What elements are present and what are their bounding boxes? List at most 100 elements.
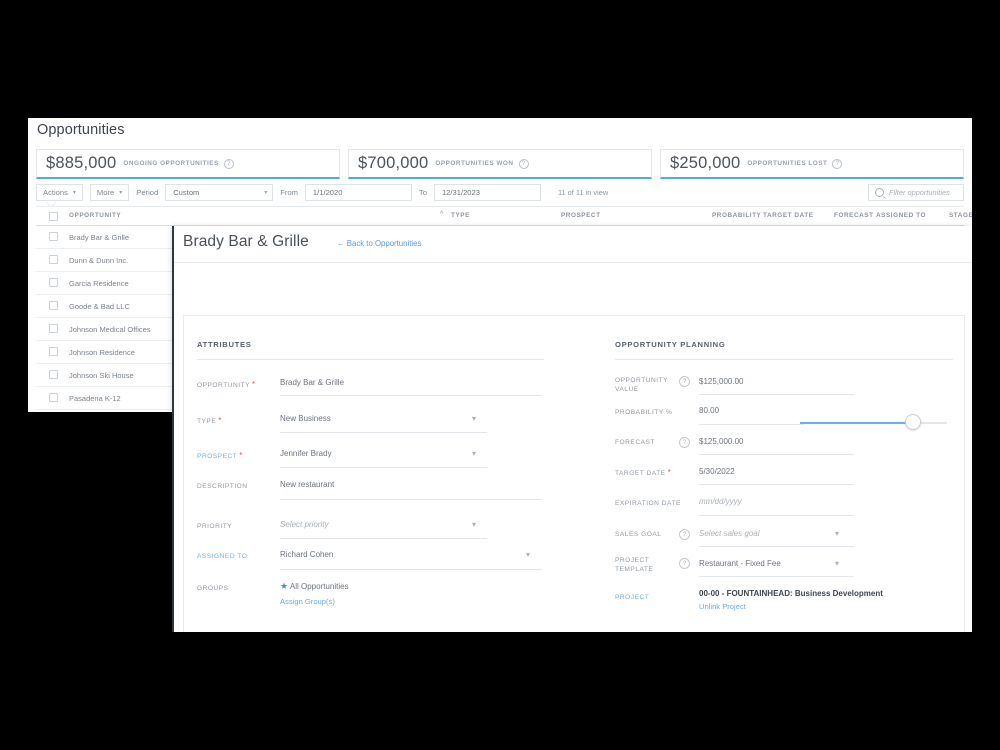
field-label-probability: PROBABILITY % [615, 409, 673, 416]
help-icon[interactable]: ? [518, 158, 529, 169]
column-header-prospect[interactable]: PROSPECT [561, 212, 601, 219]
help-icon[interactable]: ? [679, 558, 690, 569]
field-value-type[interactable]: New Business [280, 414, 331, 423]
chevron-down-icon[interactable]: ▾ [835, 530, 839, 538]
kpi-row: $885,000 ONGOING OPPORTUNITIES ? $700,00… [36, 149, 964, 179]
column-header-target-date[interactable]: TARGET DATE [763, 212, 814, 219]
row-opportunity-name: Goode & Bad LLC [69, 302, 130, 311]
field-value-opportunity-value[interactable]: $125,000.00 [699, 377, 744, 386]
field-label-assigned-to[interactable]: ASSIGNED TO [197, 552, 247, 561]
period-select[interactable]: Custom ▾ [165, 183, 274, 201]
row-checkbox[interactable] [49, 347, 58, 356]
row-checkbox[interactable] [49, 301, 58, 310]
more-button[interactable]: More ▾ [89, 183, 130, 201]
field-label-type: TYPE * [197, 416, 222, 425]
help-icon[interactable]: ? [223, 158, 234, 169]
column-header-type[interactable]: TYPE [451, 212, 470, 219]
field-underline-assigned-to [280, 569, 542, 570]
row-opportunity-name: Johnson Residence [69, 348, 135, 357]
from-date-input[interactable]: 1/1/2020 [304, 183, 412, 201]
help-icon[interactable]: ? [832, 158, 843, 169]
field-value-groups: ★ All Opportunities [280, 581, 349, 591]
help-icon[interactable]: ? [679, 529, 690, 540]
field-value-sales-goal[interactable]: Select sales goal [699, 529, 759, 538]
kpi-card-ongoing[interactable]: $885,000 ONGOING OPPORTUNITIES ? [36, 149, 340, 179]
chevron-down-icon[interactable]: ▾ [835, 560, 839, 568]
field-label-prospect[interactable]: PROSPECT * [197, 451, 243, 461]
kpi-card-won[interactable]: $700,000 OPPORTUNITIES WON ? [348, 149, 652, 179]
field-value-forecast[interactable]: $125,000.00 [699, 437, 744, 446]
row-checkbox[interactable] [49, 370, 58, 379]
field-value-target-date[interactable]: 5/30/2022 [699, 467, 735, 476]
from-date-value: 1/1/2020 [312, 187, 343, 197]
to-date-value: 12/31/2023 [441, 187, 480, 197]
required-marker: * [239, 451, 243, 460]
row-checkbox[interactable] [49, 278, 58, 287]
field-underline-opportunity-value [699, 394, 854, 395]
search-input[interactable]: Filter opportunities [868, 183, 964, 201]
search-icon [875, 187, 884, 197]
kpi-label: OPPORTUNITIES LOST [747, 160, 828, 167]
kpi-label: OPPORTUNITIES WON [435, 160, 514, 167]
field-value-opportunity[interactable]: Brady Bar & Grille [280, 378, 344, 387]
chevron-down-icon[interactable]: ▾ [472, 450, 476, 458]
planning-section-title: OPPORTUNITY PLANNING [615, 340, 726, 349]
help-icon[interactable]: ? [679, 376, 690, 387]
field-underline-project-template [699, 576, 854, 577]
chevron-down-icon[interactable]: ▾ [526, 551, 530, 559]
row-checkbox[interactable] [49, 393, 58, 402]
star-icon: ★ [280, 581, 289, 591]
unlink-project-link[interactable]: Unlink Project [699, 602, 746, 611]
period-value: Custom [173, 187, 200, 197]
field-label-opportunity-value: OPPORTUNITY VALUE [615, 377, 669, 393]
field-label-project-template: PROJECT TEMPLATE [615, 557, 654, 573]
field-value-description[interactable]: New restaurant [280, 480, 334, 489]
column-header-forecast[interactable]: FORECAST [834, 212, 874, 219]
field-underline-prospect [280, 467, 487, 468]
field-underline-sales-goal [699, 546, 854, 547]
row-checkbox[interactable] [49, 255, 58, 264]
field-underline-priority [280, 538, 487, 539]
field-underline-expiration-date [699, 515, 854, 516]
screenshot-stage: Opportunities $885,000 ONGOING OPPORTUNI… [0, 0, 1000, 750]
column-header-assigned-to[interactable]: ASSIGNED TO [876, 212, 926, 219]
column-header-opportunity[interactable]: OPPORTUNITY [69, 212, 121, 219]
field-value-project-template[interactable]: Restaurant - Fixed Fee [699, 559, 781, 568]
back-to-opportunities-link[interactable]: ← Back to Opportunities [337, 239, 421, 248]
kpi-value: $250,000 [670, 154, 741, 172]
field-value-priority[interactable]: Select priority [280, 520, 328, 529]
field-label-expiration-date: EXPIRATION DATE [615, 500, 681, 507]
help-icon[interactable]: ? [679, 437, 690, 448]
field-underline-forecast [699, 454, 854, 455]
chevron-down-icon: ▾ [264, 189, 268, 196]
kpi-card-lost[interactable]: $250,000 OPPORTUNITIES LOST ? [660, 149, 964, 179]
required-marker: * [667, 468, 672, 477]
chevron-down-icon[interactable]: ▾ [472, 521, 476, 529]
field-label-groups: GROUPS [197, 585, 229, 592]
probability-slider-thumb[interactable] [905, 414, 921, 430]
field-underline-target-date [699, 484, 854, 485]
to-date-input[interactable]: 12/31/2023 [433, 183, 541, 201]
field-value-assigned-to[interactable]: Richard Cohen [280, 550, 333, 559]
field-label-target-date: TARGET DATE * [615, 468, 672, 477]
field-label-priority: PRIORITY [197, 523, 233, 530]
detail-header: Brady Bar & Grille ← Back to Opportunitie… [174, 226, 972, 263]
assign-groups-link[interactable]: Assign Group(s) [280, 597, 335, 606]
field-value-prospect[interactable]: Jennifer Brady [280, 449, 332, 458]
field-value-probability[interactable]: 80.00 [699, 406, 719, 415]
row-opportunity-name: Brady Bar & Grille [69, 233, 130, 242]
actions-button[interactable]: Actions ▾ [36, 183, 83, 201]
row-checkbox[interactable] [49, 324, 58, 333]
to-label: To [418, 187, 427, 197]
column-header-probability[interactable]: PROBABILITY [712, 212, 761, 219]
more-label: More [96, 187, 115, 197]
field-label-project[interactable]: PROJECT [615, 593, 649, 602]
opportunity-detail-panel: Brady Bar & Grille ← Back to Opportunitie… [172, 226, 972, 632]
in-view-count: 11 of 11 in view [557, 187, 609, 197]
select-all-checkbox[interactable] [49, 212, 58, 221]
row-checkbox[interactable] [49, 232, 58, 241]
column-header-stage[interactable]: STAGE [949, 212, 972, 219]
field-value-expiration-date[interactable]: mm/dd/yyyy [699, 497, 742, 506]
kpi-label: ONGOING OPPORTUNITIES [123, 160, 219, 167]
chevron-down-icon[interactable]: ▾ [472, 415, 476, 423]
